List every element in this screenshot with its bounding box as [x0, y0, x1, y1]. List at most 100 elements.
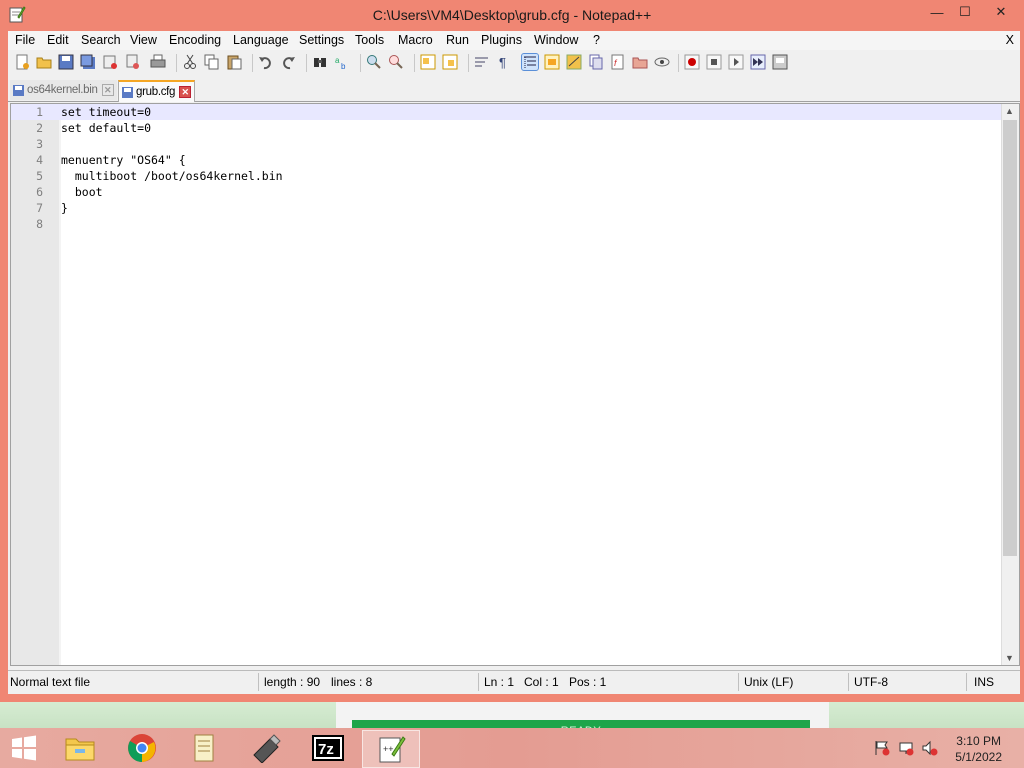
menu-language[interactable]: Language: [233, 33, 289, 47]
menu-search[interactable]: Search: [81, 33, 121, 47]
editor-line[interactable]: 5 multiboot /boot/os64kernel.bin: [11, 168, 1001, 184]
close-file-icon[interactable]: [102, 54, 118, 70]
taskbar-file-explorer[interactable]: [52, 730, 108, 766]
user-defined-language-icon[interactable]: [544, 54, 560, 70]
action-center-flag-icon[interactable]: [874, 740, 890, 756]
status-insert-mode[interactable]: INS: [974, 675, 994, 689]
print-icon[interactable]: [150, 54, 166, 70]
maximize-button[interactable]: ☐: [950, 2, 980, 22]
play-macro-icon[interactable]: [728, 54, 744, 70]
line-text[interactable]: }: [61, 200, 68, 216]
save-icon[interactable]: [58, 54, 74, 70]
taskbar-7zip[interactable]: 7z: [300, 730, 356, 766]
line-text[interactable]: boot: [61, 184, 103, 200]
sync-vertical-icon[interactable]: [420, 54, 436, 70]
scroll-up-arrow-icon[interactable]: ▲: [1005, 106, 1014, 116]
undo-icon[interactable]: [258, 54, 274, 70]
tab-os64kernel-bin[interactable]: os64kernel.bin ✕: [10, 80, 117, 100]
open-file-icon[interactable]: [36, 54, 52, 70]
stop-macro-icon[interactable]: [706, 54, 722, 70]
line-text[interactable]: set timeout=0: [61, 104, 151, 120]
taskbar-chrome[interactable]: [114, 730, 170, 766]
save-macro-icon[interactable]: [772, 54, 788, 70]
sync-horizontal-icon[interactable]: [442, 54, 458, 70]
menu-edit[interactable]: Edit: [47, 33, 69, 47]
clock-time: 3:10 PM: [956, 734, 1001, 748]
scroll-down-arrow-icon[interactable]: ▼: [1005, 653, 1014, 663]
vertical-scrollbar[interactable]: ▲ ▼: [1001, 104, 1019, 665]
menu-help[interactable]: ?: [593, 33, 600, 47]
taskbar-notepad-plus-plus[interactable]: ++: [362, 730, 420, 768]
document-map-icon[interactable]: [566, 54, 582, 70]
new-file-icon[interactable]: [14, 54, 30, 70]
chrome-icon: [128, 734, 156, 762]
save-all-icon[interactable]: [80, 54, 96, 70]
status-separator: [258, 673, 259, 691]
title-bar[interactable]: C:\Users\VM4\Desktop\grub.cfg - Notepad+…: [0, 0, 1024, 31]
menu-view[interactable]: View: [130, 33, 157, 47]
system-clock[interactable]: 3:10 PM 5/1/2022: [955, 733, 1002, 765]
menu-settings[interactable]: Settings: [299, 33, 344, 47]
line-text[interactable]: multiboot /boot/os64kernel.bin: [61, 168, 283, 184]
run-macro-multiple-icon[interactable]: [750, 54, 766, 70]
monitoring-eye-icon[interactable]: [654, 54, 670, 70]
record-macro-icon[interactable]: [684, 54, 700, 70]
menu-bar: File Edit Search View Encoding Language …: [8, 31, 1020, 50]
close-document-button[interactable]: X: [1006, 33, 1014, 47]
start-button[interactable]: [0, 730, 48, 766]
menu-window[interactable]: Window: [534, 33, 578, 47]
taskbar-usb-drive[interactable]: [238, 730, 294, 766]
text-editor[interactable]: 1 set timeout=0 2 set default=0 3 4 menu…: [10, 103, 1020, 666]
line-text[interactable]: set default=0: [61, 120, 151, 136]
volume-muted-icon[interactable]: [922, 740, 938, 756]
status-bar: Normal text file length : 90 lines : 8 L…: [8, 670, 1020, 693]
editor-line[interactable]: 6 boot: [11, 184, 1001, 200]
menu-encoding[interactable]: Encoding: [169, 33, 221, 47]
editor-line[interactable]: 8: [11, 216, 1001, 232]
editor-line[interactable]: 1 set timeout=0: [11, 104, 1001, 120]
folder-as-workspace-icon[interactable]: f: [610, 54, 626, 70]
find-icon[interactable]: [312, 54, 328, 70]
status-position: Pos : 1: [569, 675, 607, 689]
editor-line[interactable]: 2 set default=0: [11, 120, 1001, 136]
show-all-characters-icon[interactable]: ¶: [496, 54, 512, 70]
scrollbar-thumb[interactable]: [1003, 120, 1017, 556]
status-eol-format[interactable]: Unix (LF): [744, 675, 793, 689]
7zip-icon: 7z: [312, 735, 344, 761]
close-button[interactable]: ✕: [979, 2, 1023, 22]
word-wrap-icon[interactable]: [474, 54, 490, 70]
copy-icon[interactable]: [204, 54, 220, 70]
line-number: 6: [36, 185, 43, 199]
menu-tools[interactable]: Tools: [355, 33, 384, 47]
editor-line[interactable]: 7 }: [11, 200, 1001, 216]
menu-plugins[interactable]: Plugins: [481, 33, 522, 47]
editor-line[interactable]: 3: [11, 136, 1001, 152]
line-text[interactable]: menuentry "OS64" {: [61, 152, 186, 168]
svg-text:a: a: [335, 56, 340, 65]
tab-close-icon[interactable]: ✕: [179, 86, 192, 98]
zoom-in-icon[interactable]: [366, 54, 382, 70]
minimize-button[interactable]: —: [922, 2, 952, 22]
network-icon[interactable]: [898, 740, 914, 756]
menu-run[interactable]: Run: [446, 33, 469, 47]
taskbar: 7z ++ 3:10 PM 5/1/2022: [0, 728, 1024, 768]
line-number: 4: [36, 153, 43, 167]
tab-close-icon[interactable]: ✕: [101, 84, 114, 96]
menu-file[interactable]: File: [15, 33, 35, 47]
editor-line[interactable]: 4 menuentry "OS64" {: [11, 152, 1001, 168]
paste-icon[interactable]: [226, 54, 242, 70]
cut-icon[interactable]: [182, 54, 198, 70]
project-folder-icon[interactable]: [632, 54, 648, 70]
indent-guide-icon[interactable]: [521, 53, 539, 71]
status-encoding[interactable]: UTF-8: [854, 675, 888, 689]
toolbar-separator: [306, 54, 307, 72]
zoom-out-icon[interactable]: [388, 54, 404, 70]
taskbar-notepad[interactable]: [176, 730, 232, 766]
notepad-window: C:\Users\VM4\Desktop\grub.cfg - Notepad+…: [0, 0, 1024, 702]
menu-macro[interactable]: Macro: [398, 33, 433, 47]
close-all-icon[interactable]: [124, 54, 140, 70]
redo-icon[interactable]: [280, 54, 296, 70]
replace-icon[interactable]: ab: [334, 54, 350, 70]
function-list-icon[interactable]: [588, 54, 604, 70]
tab-grub-cfg[interactable]: grub.cfg ✕: [118, 80, 196, 102]
